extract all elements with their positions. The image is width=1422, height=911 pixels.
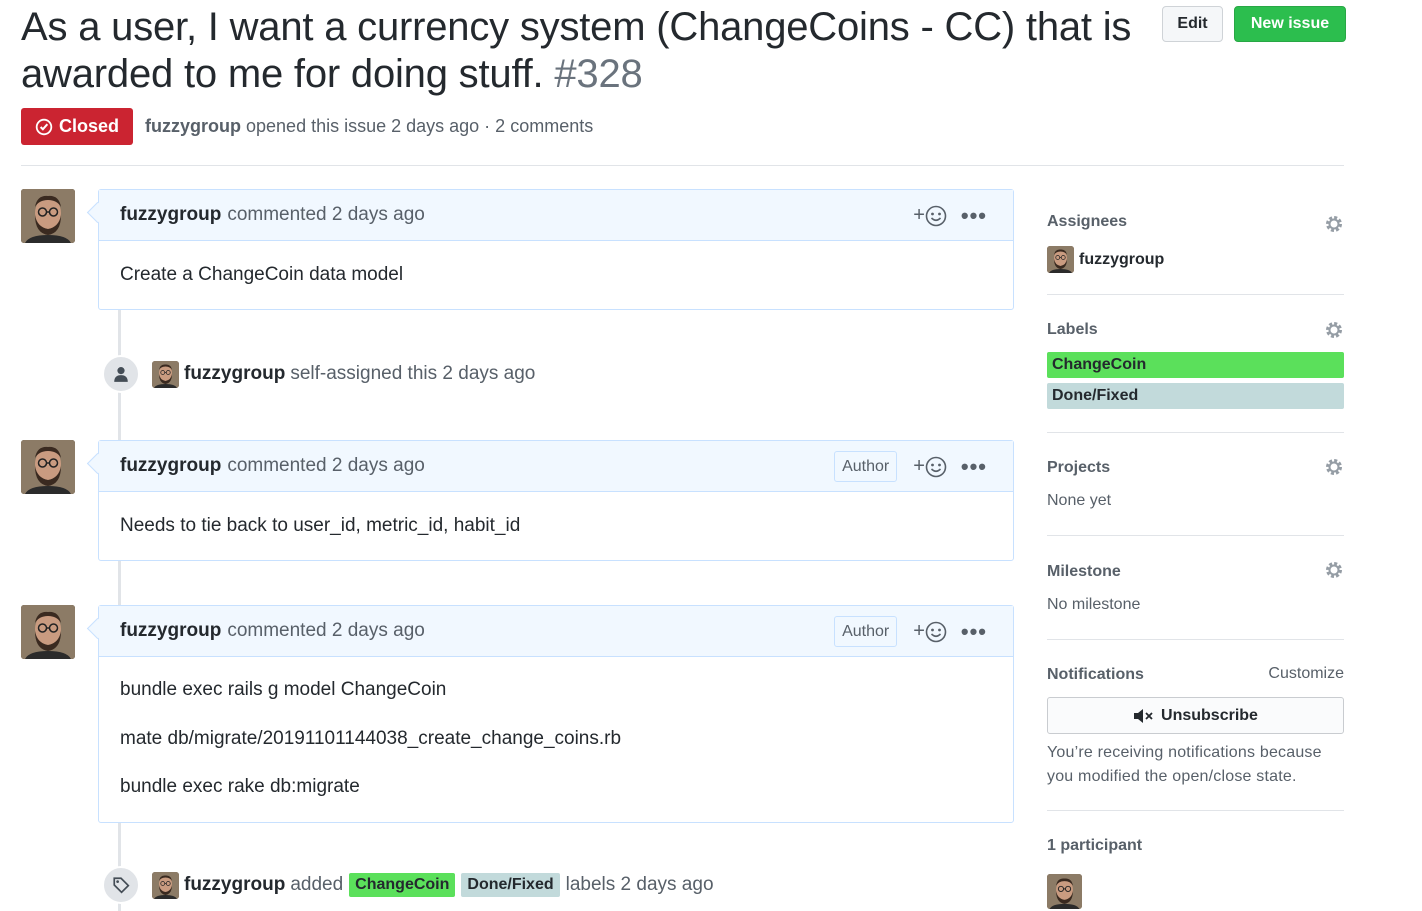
comment: fuzzygroup commented 2 days ago Author +… bbox=[98, 440, 1014, 561]
assignee-item[interactable]: fuzzygroup bbox=[1047, 246, 1344, 273]
comment-actions: Author + ••• bbox=[834, 606, 987, 657]
smiley-icon bbox=[925, 621, 947, 642]
reaction-plus: + bbox=[913, 620, 925, 642]
comment-body: Needs to tie back to user_id, metric_id,… bbox=[99, 492, 1013, 559]
comment-header: fuzzygroup commented 2 days ago Author +… bbox=[99, 606, 1013, 657]
event-actor[interactable]: fuzzygroup bbox=[184, 363, 285, 385]
add-reaction-button[interactable]: + bbox=[913, 455, 947, 478]
sidebar-participants: 1 participant bbox=[1047, 811, 1344, 909]
sidebar-projects: Projects None yet bbox=[1047, 433, 1344, 536]
comment-text: mate db/migrate/20191101144038_create_ch… bbox=[120, 728, 622, 749]
comment-text: bundle exec rake db:migrate bbox=[120, 776, 360, 797]
author-badge: Author bbox=[834, 451, 898, 482]
avatar[interactable] bbox=[152, 871, 179, 899]
gear-icon[interactable] bbox=[1324, 320, 1344, 340]
event-text: self-assigned this 2 days ago bbox=[290, 363, 536, 384]
person-icon bbox=[102, 355, 140, 393]
sidebar-label-done-fixed[interactable]: Done/Fixed bbox=[1047, 383, 1344, 409]
event-verb: added bbox=[290, 874, 344, 895]
comment-header: fuzzygroup commented 2 days ago + ••• bbox=[99, 190, 1013, 241]
more-options-icon[interactable]: ••• bbox=[961, 204, 987, 226]
smiley-icon bbox=[925, 205, 947, 226]
comment-actions: + ••• bbox=[913, 190, 987, 241]
comment-actions: Author + ••• bbox=[834, 441, 987, 492]
issue-meta: Closed fuzzygroup opened this issue 2 da… bbox=[21, 108, 593, 145]
label-changecoin[interactable]: ChangeCoin bbox=[349, 873, 456, 897]
reaction-plus: + bbox=[913, 455, 925, 477]
sidebar-notifications: Notifications Customize Unsubscribe You’… bbox=[1047, 640, 1344, 811]
comment-timestamp[interactable]: commented 2 days ago bbox=[227, 455, 425, 477]
new-issue-button[interactable]: New issue bbox=[1234, 6, 1346, 42]
add-reaction-button[interactable]: + bbox=[913, 204, 947, 227]
issue-closed-icon bbox=[35, 118, 53, 135]
notification-reason: You’re receiving notifications because y… bbox=[1047, 744, 1322, 785]
unsubscribe-label: Unsubscribe bbox=[1161, 706, 1258, 724]
issue-author-link[interactable]: fuzzygroup bbox=[145, 116, 241, 137]
label-done-fixed[interactable]: Done/Fixed bbox=[461, 873, 560, 897]
more-options-icon[interactable]: ••• bbox=[961, 455, 987, 477]
header-actions: Edit New issue bbox=[1162, 6, 1346, 42]
unsubscribe-button[interactable]: Unsubscribe bbox=[1047, 697, 1344, 734]
comment-text: Needs to tie back to user_id, metric_id,… bbox=[120, 515, 521, 536]
comment-author[interactable]: fuzzygroup bbox=[120, 204, 221, 226]
assignees-heading[interactable]: Assignees bbox=[1047, 212, 1344, 232]
comment-text: Create a ChangeCoin data model bbox=[120, 264, 404, 285]
comment-header: fuzzygroup commented 2 days ago Author +… bbox=[99, 441, 1013, 492]
participants-heading: 1 participant bbox=[1047, 837, 1143, 854]
comment-timestamp[interactable]: commented 2 days ago bbox=[227, 620, 425, 642]
status-text: Closed bbox=[58, 116, 119, 136]
avatar[interactable] bbox=[1047, 874, 1082, 909]
comment-body: Create a ChangeCoin data model bbox=[99, 241, 1013, 308]
gear-icon[interactable] bbox=[1324, 214, 1344, 234]
avatar[interactable] bbox=[152, 360, 179, 388]
comment: fuzzygroup commented 2 days ago Author +… bbox=[98, 605, 1014, 823]
avatar[interactable] bbox=[1047, 246, 1074, 273]
smiley-icon bbox=[925, 456, 947, 477]
comment-timestamp[interactable]: commented 2 days ago bbox=[227, 204, 425, 226]
gear-icon[interactable] bbox=[1324, 560, 1344, 580]
avatar[interactable] bbox=[21, 605, 75, 659]
add-reaction-button[interactable]: + bbox=[913, 620, 947, 643]
projects-heading[interactable]: Projects bbox=[1047, 458, 1344, 478]
comment-author[interactable]: fuzzygroup bbox=[120, 620, 221, 642]
event-text: labels 2 days ago bbox=[565, 874, 714, 895]
assignee-name[interactable]: fuzzygroup bbox=[1079, 251, 1164, 269]
avatar[interactable] bbox=[21, 189, 75, 243]
customize-link[interactable]: Customize bbox=[1268, 665, 1344, 683]
mute-icon bbox=[1134, 708, 1153, 723]
comment-body: bundle exec rails g model ChangeCoin mat… bbox=[99, 657, 1013, 800]
header-divider bbox=[21, 165, 1344, 166]
status-badge: Closed bbox=[21, 108, 133, 145]
issue-opened-text: opened this issue 2 days ago · 2 comment… bbox=[246, 116, 594, 136]
sidebar-milestone: Milestone No milestone bbox=[1047, 536, 1344, 640]
labels-heading[interactable]: Labels bbox=[1047, 320, 1344, 340]
comment-text: bundle exec rails g model ChangeCoin bbox=[120, 679, 447, 700]
issue-header: As a user, I want a currency system (Cha… bbox=[21, 4, 1346, 98]
sidebar-assignees: Assignees fuzzygroup bbox=[1047, 190, 1344, 295]
issue-number: #328 bbox=[554, 52, 643, 96]
sidebar-label-changecoin[interactable]: ChangeCoin bbox=[1047, 352, 1344, 378]
comment-author[interactable]: fuzzygroup bbox=[120, 455, 221, 477]
sidebar-labels: Labels ChangeCoin Done/Fixed bbox=[1047, 295, 1344, 433]
tag-icon bbox=[102, 866, 140, 904]
edit-button[interactable]: Edit bbox=[1162, 6, 1223, 42]
milestone-heading[interactable]: Milestone bbox=[1047, 562, 1344, 582]
label-event: fuzzygroup added ChangeCoin Done/Fixed l… bbox=[102, 866, 714, 904]
sidebar: Assignees fuzzygroup Labels ChangeCoin D… bbox=[1047, 190, 1344, 909]
reaction-plus: + bbox=[913, 204, 925, 226]
projects-value: None yet bbox=[1047, 492, 1112, 509]
more-options-icon[interactable]: ••• bbox=[961, 620, 987, 642]
assign-event: fuzzygroup self-assigned this 2 days ago bbox=[102, 355, 535, 393]
milestone-value: No milestone bbox=[1047, 596, 1141, 613]
author-badge: Author bbox=[834, 616, 898, 647]
gear-icon[interactable] bbox=[1324, 457, 1344, 477]
event-actor[interactable]: fuzzygroup bbox=[184, 874, 285, 896]
issue-title: As a user, I want a currency system (Cha… bbox=[21, 4, 1141, 98]
avatar[interactable] bbox=[21, 440, 75, 494]
timeline-line bbox=[118, 561, 121, 605]
comment: fuzzygroup commented 2 days ago + ••• Cr… bbox=[98, 189, 1014, 310]
